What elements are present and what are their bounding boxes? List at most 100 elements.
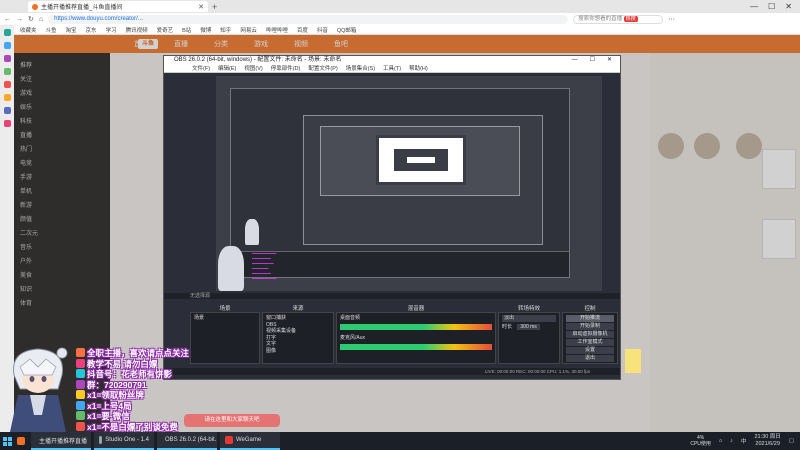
duration-label: 时长 (502, 323, 513, 330)
back-icon[interactable]: ← (4, 16, 11, 23)
sticky-note (625, 349, 641, 373)
scene-item[interactable]: 场景 (194, 315, 256, 322)
mixer-header: 混音器 (407, 306, 425, 312)
obs-window: OBS 26.0.2 (64-bit, windows) - 配置文件: 未命名… (163, 55, 621, 380)
sidebar-app-icon[interactable] (3, 120, 11, 127)
browser-search-input[interactable]: 搜索你想看的直播 热搜 (573, 14, 664, 24)
bookmark-item[interactable]: 斗鱼 (46, 26, 57, 34)
duration-input[interactable]: 300 ms (517, 323, 540, 330)
overlay-line: 全职主播，喜欢请点点关注 (76, 348, 216, 359)
bookmark-item[interactable]: 抖音 (317, 26, 328, 34)
mixer-track-label: 麦克风/Aux (340, 335, 366, 341)
bookmark-item[interactable]: 爱奇艺 (157, 26, 174, 34)
bookmark-item[interactable]: 京东 (86, 26, 97, 34)
sidebar-app-icon[interactable] (3, 81, 11, 88)
notification-icon[interactable]: ▢ (789, 438, 794, 444)
address-bar: ← → ↻ ⌂ https://www.douyu.com/creator/..… (0, 13, 800, 25)
bookmark-item[interactable]: 哔哩哔哩 (266, 26, 288, 34)
scenes-header: 场景 (219, 306, 231, 312)
new-tab-icon[interactable]: + (212, 2, 217, 12)
volume-meter[interactable] (340, 323, 492, 330)
bookmark-item[interactable]: 收藏夹 (20, 26, 37, 34)
forward-icon[interactable]: → (16, 16, 23, 23)
hot-badge: 热搜 (623, 15, 638, 22)
bookmark-item[interactable]: 腾讯视频 (126, 26, 148, 34)
stream-overlay-text: 全职主播，喜欢请点点关注 教学不易 请勿白嫖 抖音号：花老师有饼影 群：7202907… (76, 348, 216, 443)
preview-capture-level-3 (320, 126, 520, 196)
app-icon (225, 436, 233, 444)
tab-close-icon[interactable]: ✕ (198, 3, 204, 11)
anime-avatar-image (10, 347, 68, 432)
chat-hint-pill[interactable]: 请在这里和大家聊天吧 (184, 414, 280, 427)
bookmark-item[interactable]: 学习 (106, 26, 117, 34)
transition-select[interactable]: 淡出 (502, 315, 556, 322)
start-button[interactable] (0, 432, 14, 450)
sidebar-app-icon[interactable] (3, 55, 11, 62)
sidebar-app-icon[interactable] (3, 68, 11, 75)
obs-menu-item[interactable]: 场景集合(S) (346, 65, 375, 72)
bookmark-item[interactable]: 百度 (297, 26, 308, 34)
taskbar-app[interactable]: OBS 26.0.2 (64-bit... (157, 432, 217, 450)
bookmark-item[interactable]: B站 (182, 26, 191, 34)
sidebar-app-icon[interactable] (3, 94, 11, 101)
obs-menu-item[interactable]: 视图(V) (244, 65, 262, 72)
obs-control-button[interactable]: 开始推流 (566, 315, 614, 322)
obs-menu-item[interactable]: 编辑(E) (218, 65, 236, 72)
taskbar-app-label: 主播开播推荐直播 (39, 438, 88, 445)
obs-minimize-icon[interactable]: — (572, 56, 578, 65)
cpu-label: CPU使用 (690, 441, 711, 447)
close-icon[interactable]: ✕ (785, 2, 792, 11)
bookmark-item[interactable]: QQ邮箱 (337, 26, 357, 34)
extensions-icon[interactable]: ⋯ (668, 15, 675, 23)
sidebar-app-icon[interactable] (3, 42, 11, 49)
nested-obs-panels (231, 251, 569, 277)
overlay-emoji-icon (76, 411, 85, 420)
obs-menu-item[interactable]: 工具(T) (383, 65, 401, 72)
maximize-icon[interactable]: ☐ (768, 2, 775, 11)
preview-capture-level-6 (404, 154, 438, 166)
obs-menu-item[interactable]: 停靠部件(D) (271, 65, 301, 72)
obs-control-button[interactable]: 退出 (566, 355, 614, 362)
obs-close-icon[interactable]: ✕ (607, 56, 612, 65)
taskbar-app[interactable]: WeGame (220, 432, 280, 450)
bookmark-item[interactable]: 淘宝 (66, 26, 77, 34)
mixer-track: 麦克风/Aux (340, 335, 492, 355)
obs-menu-item[interactable]: 帮助(H) (409, 65, 428, 72)
mixer-panel: 桌面音频 麦克风/Aux (336, 312, 496, 364)
bookmark-item[interactable]: 微博 (200, 26, 211, 34)
browser-taskbar-icon[interactable] (17, 437, 25, 445)
avatar-image (218, 246, 244, 291)
network-icon[interactable]: ⌂ (719, 438, 722, 444)
obs-menu-bar: 文件(F) 编辑(E) 视图(V) 停靠部件(D) 配置文件(P) 场景集合(S) 工具(T… (164, 65, 620, 73)
clock[interactable]: 21:30 周日 2021/6/29 (755, 434, 781, 448)
url-field[interactable]: https://www.douyu.com/creator/... (48, 14, 569, 24)
obs-control-button[interactable]: 启动虚拟摄像机 (566, 331, 614, 338)
reload-icon[interactable]: ↻ (28, 15, 34, 23)
obs-preview[interactable]: ━━━━━━━━━ ━━━━━━━ ━━━━━━━━ ━━━━━━ ━━━━━━━ ━━━… (216, 76, 602, 291)
transitions-panel: 淡出 时长 300 ms (498, 312, 560, 364)
sidebar-app-icon[interactable] (3, 107, 11, 114)
taskbar-app[interactable]: 主播开播推荐直播 (31, 432, 91, 450)
source-item[interactable]: 图像 (266, 348, 330, 355)
obs-control-button[interactable]: 设置 (566, 347, 614, 354)
taskbar-app[interactable]: Studio One - 1.4 (94, 432, 154, 450)
overlay-line-text: 教学不易 请勿白嫖 (87, 358, 158, 369)
sidebar-app-icon[interactable] (3, 29, 11, 36)
obs-control-button[interactable]: 开始录制 (566, 323, 614, 330)
obs-menu-item[interactable]: 配置文件(P) (308, 65, 337, 72)
bookmark-item[interactable]: 知乎 (220, 26, 231, 34)
minimize-icon[interactable]: — (750, 2, 758, 11)
system-tray: 4% CPU使用 ⌂ ♪ 中 21:30 周日 2021/6/29 ▢ (690, 434, 800, 448)
ime-icon[interactable]: 中 (741, 437, 747, 445)
transitions-header: 转场特效 (517, 306, 540, 312)
home-icon[interactable]: ⌂ (39, 16, 43, 23)
obs-control-button[interactable]: 工作室模式 (566, 339, 614, 346)
browser-tab[interactable]: 主播开播推荐直播_斗鱼直播间 ✕ (28, 1, 208, 12)
volume-icon[interactable]: ♪ (730, 438, 733, 444)
obs-maximize-icon[interactable]: ☐ (590, 56, 595, 65)
overlay-line: 教学不易 请勿白嫖 (76, 358, 216, 370)
volume-meter[interactable] (340, 343, 492, 350)
obs-menu-item[interactable]: 文件(F) (192, 65, 210, 72)
overlay-emoji-icon (76, 369, 85, 378)
bookmark-item[interactable]: 网易云 (240, 26, 257, 34)
